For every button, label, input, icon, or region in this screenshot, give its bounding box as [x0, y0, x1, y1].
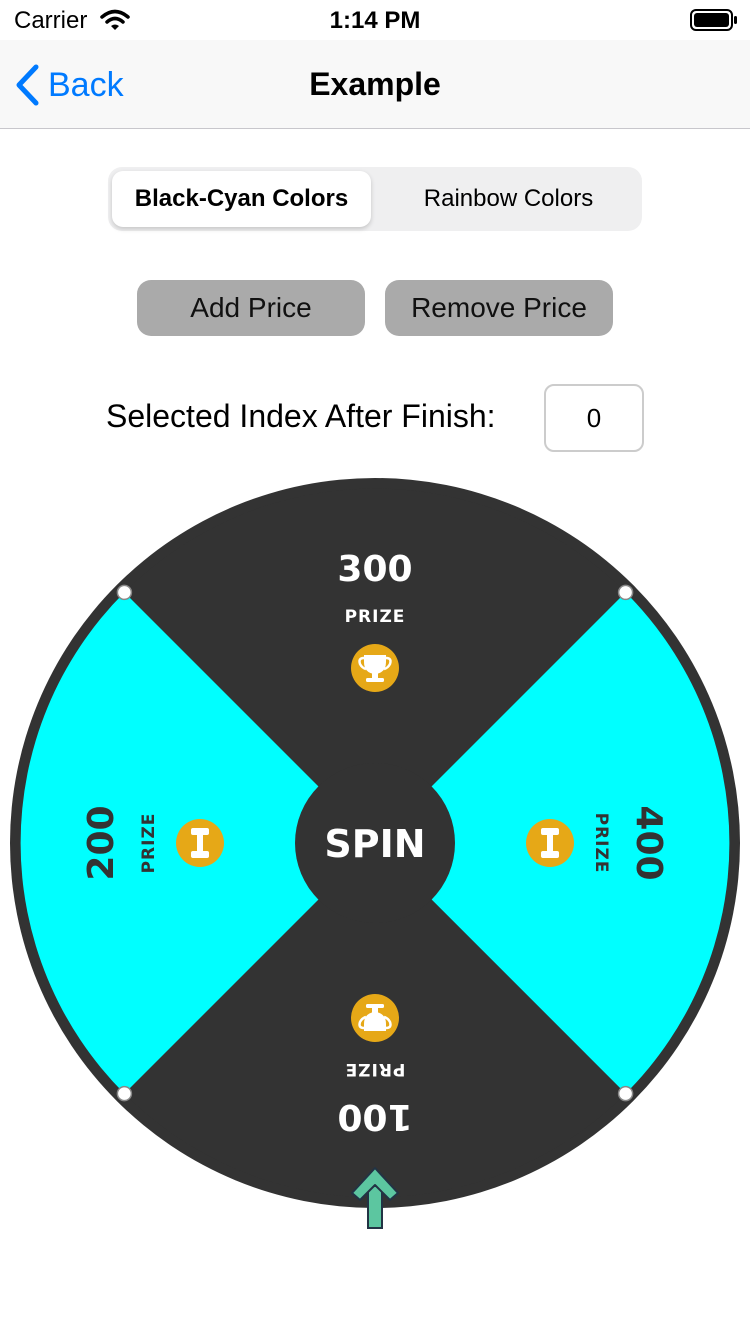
- page-title: Example: [309, 66, 441, 102]
- spin-button[interactable]: SPIN: [295, 763, 455, 923]
- segment-black-cyan-colors[interactable]: Black-Cyan Colors: [112, 171, 371, 227]
- wheel-peg: [116, 1085, 133, 1102]
- selected-index-label: Selected Index After Finish:: [106, 398, 496, 434]
- wheel-peg: [617, 1085, 634, 1102]
- status-time: 1:14 PM: [329, 7, 421, 34]
- wheel-peg: [116, 584, 133, 601]
- slice-value-100: 100: [337, 1096, 412, 1137]
- slice-prize-caption: PRIZE: [591, 813, 611, 874]
- color-segmented-control: Black-Cyan Colors Rainbow Colors: [108, 167, 642, 231]
- remove-price-button[interactable]: Remove Price: [385, 280, 613, 336]
- slice-prize-caption: PRIZE: [345, 607, 406, 627]
- trophy-icon: [351, 994, 399, 1042]
- slice-value-400: 400: [628, 805, 669, 880]
- slice-value-300: 300: [337, 549, 412, 590]
- selected-index-field[interactable]: 0: [544, 384, 644, 452]
- dumbbell-icon: [176, 819, 224, 867]
- navigation-bar: Back Example: [0, 40, 750, 129]
- dumbbell-icon: [526, 819, 574, 867]
- battery-icon: [690, 9, 737, 31]
- segment-rainbow-colors[interactable]: Rainbow Colors: [379, 171, 638, 227]
- trophy-icon: [351, 644, 399, 692]
- slice-value-200: 200: [81, 805, 122, 880]
- prize-wheel[interactable]: 300 PRIZE 400 PRIZE 100 PRIZE 200 PRIZE: [0, 468, 750, 1238]
- add-price-button[interactable]: Add Price: [137, 280, 365, 336]
- slice-prize-caption: PRIZE: [345, 1059, 406, 1079]
- wheel-peg: [617, 584, 634, 601]
- status-bar: Carrier 1:14 PM: [0, 0, 750, 40]
- slice-prize-caption: PRIZE: [139, 813, 159, 874]
- spin-label: SPIN: [324, 822, 425, 866]
